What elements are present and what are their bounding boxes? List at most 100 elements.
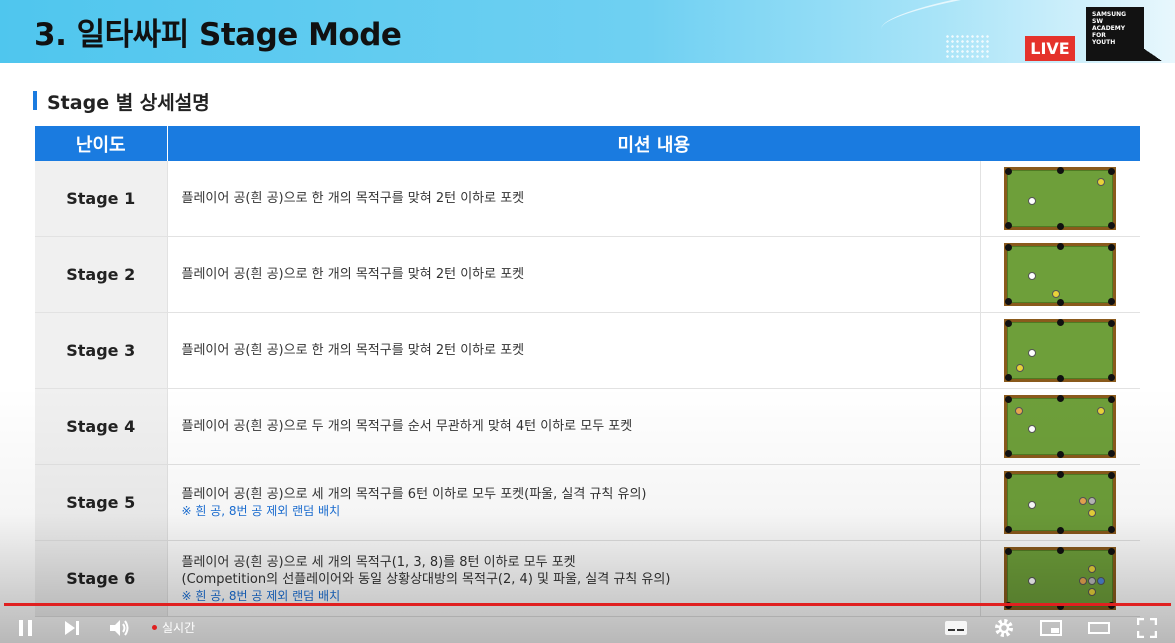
- volume-icon[interactable]: [106, 616, 134, 640]
- pocket: [1005, 320, 1013, 327]
- settings-icon[interactable]: [991, 616, 1017, 640]
- mission-text: 플레이어 공(흰 공)으로 두 개의 목적구를 순서 무관하게 맞혀 4턴 이하…: [181, 419, 633, 434]
- miniplayer-icon[interactable]: [1038, 616, 1064, 640]
- pool-table-diagram: [1004, 395, 1117, 458]
- table-row: Stage 2 플레이어 공(흰 공)으로 한 개의 목적구를 맞혀 2턴 이하…: [35, 236, 1141, 313]
- target-ball: [1016, 364, 1025, 372]
- slide-header: 3. 일타싸피 Stage Mode LIVE SAMSUNG SW ACADE…: [0, 0, 1175, 63]
- pocket: [1057, 471, 1065, 478]
- fullscreen-icon[interactable]: [1134, 616, 1160, 640]
- table-diagram-cell: [980, 388, 1141, 465]
- target-ball: [1097, 178, 1106, 186]
- pool-table-diagram: [1004, 167, 1117, 230]
- pocket: [1057, 395, 1065, 402]
- cue-ball: [1028, 577, 1037, 585]
- pool-table-diagram: [1004, 319, 1117, 382]
- stage-label: Stage 5: [35, 464, 168, 541]
- section-accent-bar: [33, 91, 37, 110]
- target-ball: [1088, 577, 1097, 585]
- live-indicator-icon: [152, 625, 157, 630]
- pool-table-diagram: [1004, 471, 1117, 534]
- pocket: [1108, 526, 1116, 533]
- section-title: Stage 별 상세설명: [47, 92, 210, 114]
- table-diagram-cell: [980, 464, 1141, 541]
- pocket: [1005, 244, 1013, 251]
- logo-line: FOR: [1092, 32, 1106, 39]
- pocket: [1005, 374, 1013, 381]
- header-mission: 미션 내용: [167, 126, 1141, 161]
- table-row: Stage 3 플레이어 공(흰 공)으로 한 개의 목적구를 맞혀 2턴 이하…: [35, 312, 1141, 389]
- pocket: [1057, 451, 1065, 458]
- logo-line: ACADEMY: [1092, 25, 1126, 32]
- mission-text: 플레이어 공(흰 공)으로 한 개의 목적구를 맞혀 2턴 이하로 포켓: [181, 267, 525, 282]
- logo-line: SW: [1092, 18, 1103, 25]
- target-ball: [1088, 509, 1097, 517]
- mission-description: 플레이어 공(흰 공)으로 한 개의 목적구를 맞혀 2턴 이하로 포켓: [167, 312, 981, 389]
- cue-ball: [1028, 425, 1037, 433]
- stage-label: Stage 2: [35, 236, 168, 313]
- pool-table-diagram: [1004, 243, 1117, 306]
- table-diagram-cell: [980, 161, 1141, 237]
- subtitles-icon[interactable]: [943, 616, 969, 640]
- pocket: [1057, 547, 1065, 554]
- mission-description: 플레이어 공(흰 공)으로 한 개의 목적구를 맞혀 2턴 이하로 포켓: [167, 161, 981, 237]
- pocket: [1108, 222, 1116, 229]
- mission-description: 플레이어 공(흰 공)으로 세 개의 목적구를 6턴 이하로 모두 포켓(파울,…: [167, 464, 981, 541]
- pocket: [1108, 548, 1116, 555]
- header-dot-pattern: [945, 34, 990, 58]
- stage-label: Stage 3: [35, 312, 168, 389]
- table-row: Stage 5 플레이어 공(흰 공)으로 세 개의 목적구를 6턴 이하로 모…: [35, 464, 1141, 541]
- logo-decoration: [1140, 46, 1162, 61]
- target-ball: [1088, 497, 1097, 505]
- stage-label: Stage 4: [35, 388, 168, 465]
- live-badge: LIVE: [1025, 36, 1075, 61]
- table-row: Stage 1 플레이어 공(흰 공)으로 한 개의 목적구를 맞혀 2턴 이하…: [35, 161, 1141, 237]
- table-row: Stage 4 플레이어 공(흰 공)으로 두 개의 목적구를 순서 무관하게 …: [35, 388, 1141, 465]
- pocket: [1057, 243, 1065, 250]
- target-ball: [1079, 497, 1088, 505]
- pocket: [1005, 472, 1013, 479]
- mission-note: ※ 흰 공, 8번 공 제외 랜덤 배치: [181, 588, 341, 603]
- pocket: [1108, 244, 1116, 251]
- pocket: [1108, 320, 1116, 327]
- pocket: [1005, 298, 1013, 305]
- pocket: [1108, 472, 1116, 479]
- pocket: [1005, 222, 1013, 229]
- table-header-row: 난이도 미션 내용: [35, 126, 1141, 161]
- pocket: [1057, 527, 1065, 534]
- next-icon[interactable]: [60, 616, 84, 640]
- mission-text: 플레이어 공(흰 공)으로 한 개의 목적구를 맞혀 2턴 이하로 포켓: [181, 191, 525, 206]
- mission-description: 플레이어 공(흰 공)으로 한 개의 목적구를 맞혀 2턴 이하로 포켓: [167, 236, 981, 313]
- logo-line: SAMSUNG: [1092, 11, 1127, 18]
- cue-ball: [1028, 197, 1037, 205]
- mission-text: 플레이어 공(흰 공)으로 세 개의 목적구를 6턴 이하로 모두 포켓(파울,…: [181, 487, 647, 502]
- pocket: [1108, 298, 1116, 305]
- pocket: [1005, 548, 1013, 555]
- cue-ball: [1028, 272, 1037, 280]
- table-diagram-cell: [980, 236, 1141, 313]
- table-diagram-cell: [980, 312, 1141, 389]
- pocket: [1057, 167, 1065, 174]
- pocket: [1005, 526, 1013, 533]
- mission-text: 플레이어 공(흰 공)으로 세 개의 목적구(1, 3, 8)를 8턴 이하로 …: [181, 554, 576, 570]
- theater-icon[interactable]: [1086, 616, 1112, 640]
- pause-icon[interactable]: [14, 616, 38, 640]
- pocket: [1057, 319, 1065, 326]
- cue-ball: [1028, 501, 1037, 509]
- logo-line: YOUTH: [1092, 39, 1116, 46]
- samsung-sw-academy-logo: SAMSUNG SW ACADEMY FOR YOUTH: [1086, 7, 1144, 61]
- progress-bar[interactable]: [4, 603, 1171, 606]
- live-label[interactable]: 실시간: [162, 619, 195, 636]
- pocket: [1108, 450, 1116, 457]
- stage-table: 난이도 미션 내용 Stage 1 플레이어 공(흰 공)으로 한 개의 목적구…: [35, 126, 1141, 617]
- mission-note: ※ 흰 공, 8번 공 제외 랜덤 배치: [181, 504, 341, 518]
- target-ball: [1097, 577, 1106, 585]
- pocket: [1108, 396, 1116, 403]
- target-ball: [1088, 588, 1097, 596]
- pool-table-diagram: [1004, 547, 1117, 610]
- pocket: [1108, 374, 1116, 381]
- pocket: [1108, 168, 1116, 175]
- target-ball: [1052, 290, 1061, 298]
- pocket: [1057, 375, 1065, 382]
- pocket: [1005, 168, 1013, 175]
